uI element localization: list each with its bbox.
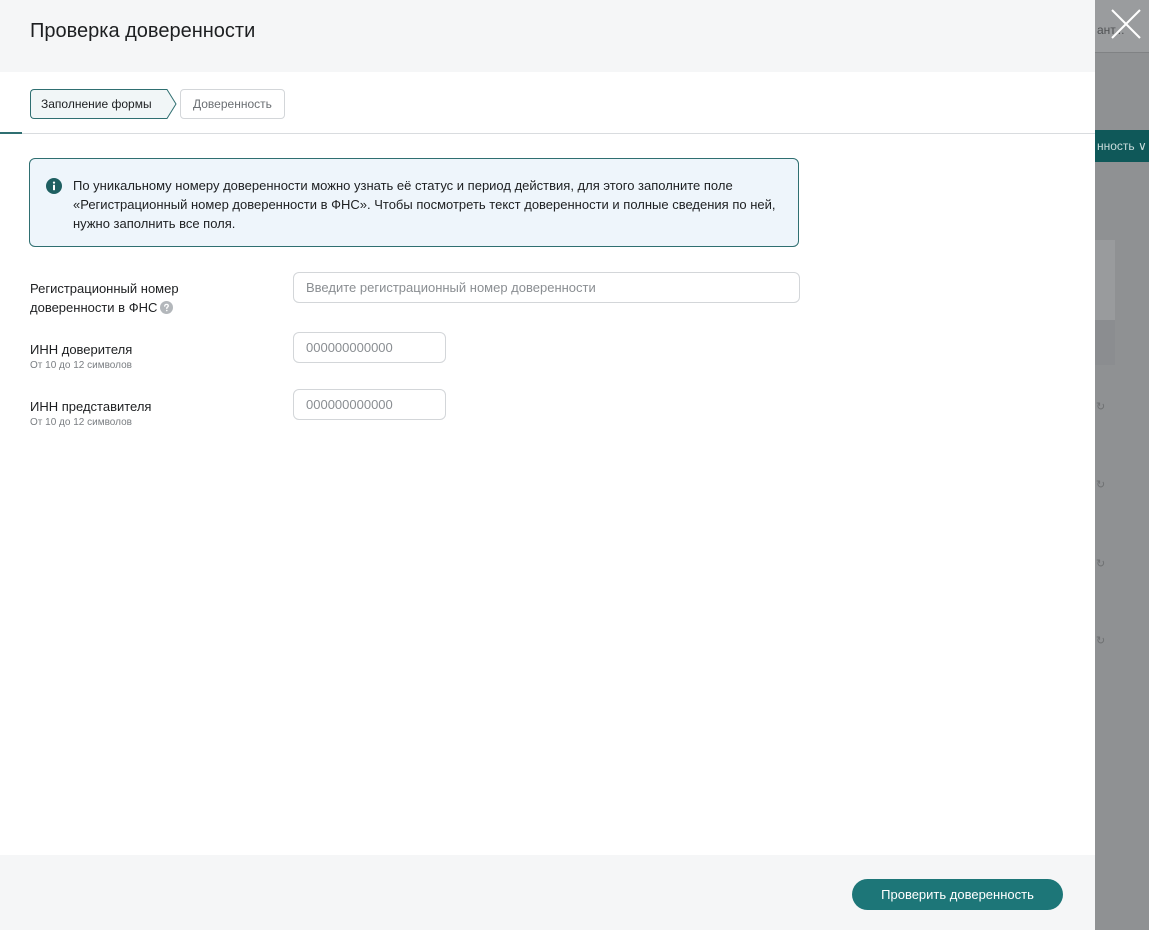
step-poa-document[interactable]: Доверенность xyxy=(180,89,285,119)
stepper-divider-accent xyxy=(0,132,22,134)
principal-inn-hint: От 10 до 12 символов xyxy=(30,360,132,371)
background-refresh-icon: ↻ xyxy=(1096,479,1106,491)
reg-number-label: Регистрационный номер доверенности в ФНС xyxy=(30,279,179,317)
check-poa-button[interactable]: Проверить доверенность xyxy=(852,879,1063,910)
representative-inn-label: ИНН представителя xyxy=(30,399,152,414)
background-refresh-icon: ↻ xyxy=(1096,401,1106,413)
info-circle-icon xyxy=(46,178,62,194)
reg-number-label-line2: доверенности в ФНС xyxy=(30,300,158,315)
stepper-divider xyxy=(0,133,1095,134)
representative-inn-hint: От 10 до 12 символов xyxy=(30,417,132,428)
modal-header: Проверка доверенности xyxy=(0,0,1095,72)
principal-inn-label: ИНН доверителя xyxy=(30,342,133,357)
step-arrow-shape xyxy=(165,89,177,119)
info-banner-text: По уникальному номеру доверенности можно… xyxy=(73,178,776,231)
poa-check-modal: Проверка доверенности Заполнение формы Д… xyxy=(0,0,1095,930)
modal-title: Проверка доверенности xyxy=(30,20,256,42)
step-fill-form[interactable]: Заполнение формы xyxy=(30,89,166,119)
question-circle-icon[interactable] xyxy=(160,301,174,314)
background-refresh-icon: ↻ xyxy=(1096,635,1106,647)
reg-number-label-line1: Регистрационный номер xyxy=(30,281,179,296)
principal-inn-input[interactable] xyxy=(293,332,446,363)
background-refresh-icon: ↻ xyxy=(1096,558,1106,570)
info-banner: По уникальному номеру доверенности можно… xyxy=(29,158,799,247)
representative-inn-input[interactable] xyxy=(293,389,446,420)
close-icon[interactable] xyxy=(1108,6,1144,42)
background-dropdown: нность ∨ xyxy=(1095,130,1149,162)
reg-number-input[interactable] xyxy=(293,272,800,303)
background-card-row xyxy=(1095,320,1115,365)
modal-footer: Проверить доверенность xyxy=(0,855,1095,930)
